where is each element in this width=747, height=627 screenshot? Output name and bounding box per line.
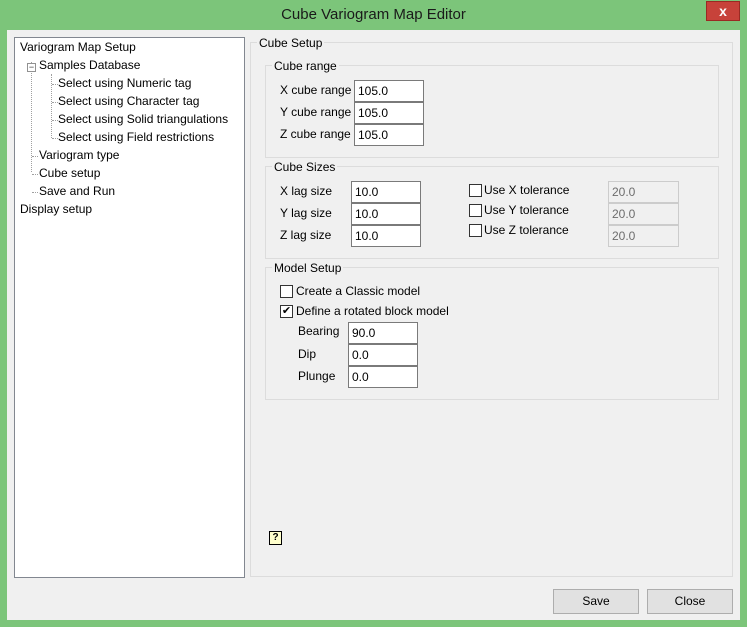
setup-tree[interactable]: Variogram Map Setup − Samples Database S… [14,37,245,578]
z-cube-range-input[interactable] [354,124,424,146]
tree-item-numeric-tag[interactable]: Select using Numeric tag [58,76,191,90]
cube-range-legend: Cube range [272,59,339,73]
tree-connector [32,156,38,157]
x-lag-size-input[interactable] [351,181,421,203]
y-lag-size-input[interactable] [351,203,421,225]
z-lag-size-label: Z lag size [280,228,332,242]
tree-connector [32,192,38,193]
tree-item-samples-database[interactable]: Samples Database [39,58,140,72]
tree-item-variogram-type[interactable]: Variogram type [39,148,119,162]
bearing-input[interactable] [348,322,418,344]
dip-label: Dip [298,347,317,361]
use-x-tolerance-checkbox[interactable] [469,184,482,197]
save-button[interactable]: Save [553,589,639,614]
x-lag-size-label: X lag size [280,184,333,198]
dialog-window: Cube Variogram Map Editor x Variogram Ma… [0,0,747,627]
tree-item-variogram-map-setup[interactable]: Variogram Map Setup [20,40,136,54]
cube-setup-legend: Cube Setup [257,36,325,50]
z-lag-size-input[interactable] [351,225,421,247]
y-cube-range-label: Y cube range [280,105,352,119]
use-x-tolerance-label[interactable]: Use X tolerance [484,183,569,197]
dialog-client: Variogram Map Setup − Samples Database S… [7,30,740,620]
y-tolerance-input [608,203,679,225]
model-setup-legend: Model Setup [272,261,344,275]
help-icon[interactable]: ? [269,531,282,545]
tree-item-cube-setup[interactable]: Cube setup [39,166,100,180]
tree-item-display-setup[interactable]: Display setup [20,202,92,216]
use-y-tolerance-label[interactable]: Use Y tolerance [484,203,569,217]
x-tolerance-input [608,181,679,203]
cube-sizes-legend: Cube Sizes [272,160,338,174]
close-window-button[interactable]: x [706,1,740,21]
use-y-tolerance-checkbox[interactable] [469,204,482,217]
tree-item-solid-triangulations[interactable]: Select using Solid triangulations [58,112,228,126]
close-button[interactable]: Close [647,589,733,614]
y-cube-range-input[interactable] [354,102,424,124]
dip-input[interactable] [348,344,418,366]
title-bar[interactable]: Cube Variogram Map Editor x [0,0,747,30]
z-cube-range-label: Z cube range [280,127,351,141]
bearing-label: Bearing [298,324,340,338]
rotated-model-checkbox[interactable]: ✔ [280,305,293,318]
tree-item-character-tag[interactable]: Select using Character tag [58,94,199,108]
use-z-tolerance-checkbox[interactable] [469,224,482,237]
classic-model-label[interactable]: Create a Classic model [296,284,420,298]
tree-connector [32,174,38,175]
plunge-label: Plunge [298,369,336,383]
collapse-icon[interactable]: − [27,63,36,72]
use-z-tolerance-label[interactable]: Use Z tolerance [484,223,569,237]
x-cube-range-label: X cube range [280,83,352,97]
plunge-input[interactable] [348,366,418,388]
rotated-model-label[interactable]: Define a rotated block model [296,304,449,318]
window-title: Cube Variogram Map Editor [281,6,466,23]
z-tolerance-input [608,225,679,247]
y-lag-size-label: Y lag size [280,206,332,220]
classic-model-checkbox[interactable] [280,285,293,298]
tree-item-field-restrictions[interactable]: Select using Field restrictions [58,130,214,144]
tree-item-save-and-run[interactable]: Save and Run [39,184,115,198]
x-cube-range-input[interactable] [354,80,424,102]
